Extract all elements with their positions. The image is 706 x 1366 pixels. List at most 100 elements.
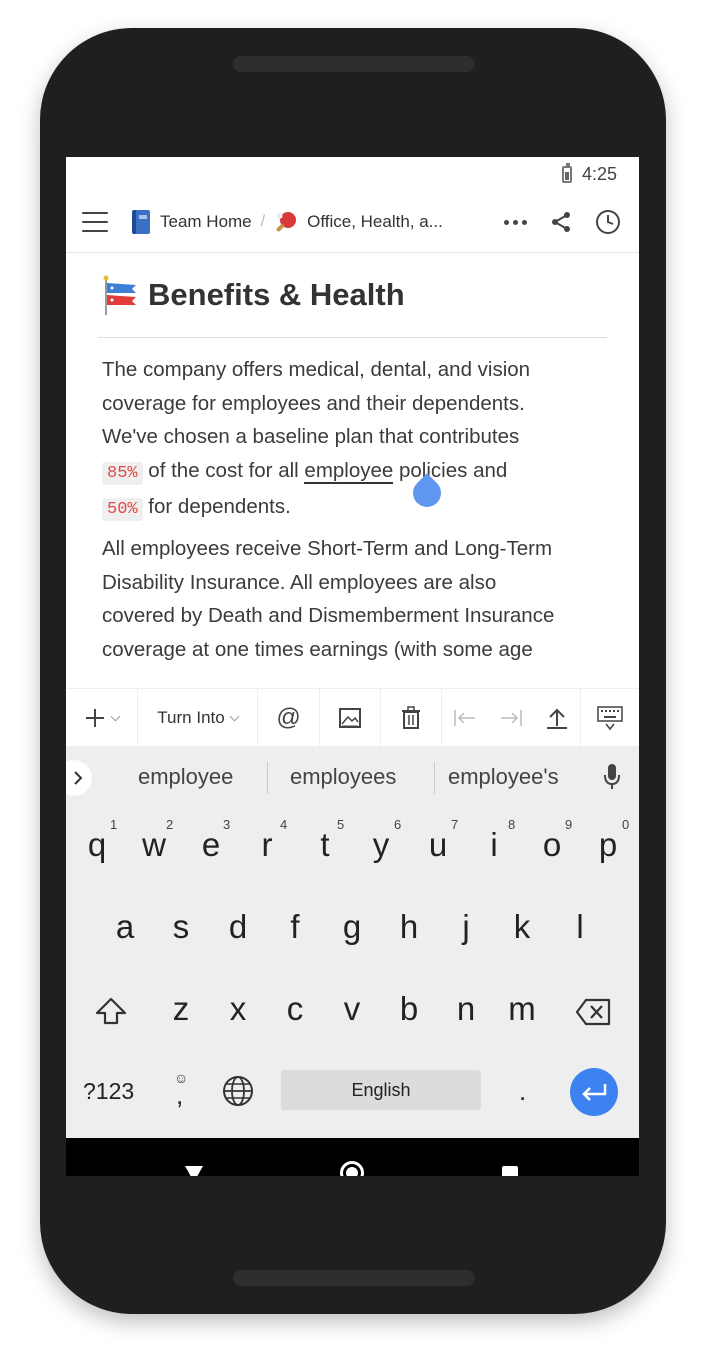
shift-icon[interactable] bbox=[94, 996, 128, 1026]
upload-arrow-icon bbox=[547, 708, 567, 729]
text-span: of the cost for all bbox=[142, 458, 305, 482]
battery-icon bbox=[561, 162, 572, 183]
text-line: 85% of the cost for all employee policie… bbox=[102, 454, 602, 491]
home-icon[interactable] bbox=[340, 1161, 364, 1176]
status-bar: 4:25 bbox=[66, 157, 639, 191]
menu-icon[interactable] bbox=[82, 211, 108, 232]
outdent-icon bbox=[454, 710, 475, 726]
insert-image-button[interactable] bbox=[320, 689, 381, 747]
system-navigation-bar bbox=[66, 1138, 639, 1176]
text-line: coverage for employees and their depende… bbox=[102, 391, 525, 415]
document-body: Benefits & Health The company offers med… bbox=[66, 253, 639, 688]
hide-keyboard-button[interactable] bbox=[580, 689, 639, 747]
key-d[interactable]: d bbox=[214, 908, 262, 946]
screen: 4:25 Team Home / Office, Health, a... Be… bbox=[66, 157, 639, 1176]
book-icon bbox=[132, 209, 150, 234]
key-hint: 7 bbox=[451, 817, 459, 832]
turn-into-label: Turn Into bbox=[157, 708, 225, 727]
breadcrumb: Team Home / Office, Health, a... bbox=[132, 209, 443, 234]
at-sign-icon: @ bbox=[276, 704, 301, 731]
history-clock-icon[interactable] bbox=[595, 209, 621, 235]
space-bar[interactable]: English bbox=[281, 1070, 481, 1110]
recents-icon[interactable] bbox=[502, 1166, 518, 1176]
text-line: coverage at one times earnings (with som… bbox=[102, 637, 533, 661]
formatting-toolbar: Turn Into @ bbox=[66, 688, 639, 747]
turn-into-button[interactable]: Turn Into bbox=[138, 689, 258, 747]
enter-key[interactable] bbox=[570, 1068, 618, 1116]
chevron-right-icon bbox=[74, 771, 83, 785]
key-hint: 5 bbox=[337, 817, 345, 832]
outdent-button[interactable] bbox=[442, 689, 488, 747]
status-time: 4:25 bbox=[581, 163, 617, 184]
indent-button[interactable] bbox=[488, 689, 534, 747]
period-key[interactable]: . bbox=[519, 1076, 526, 1107]
paragraph-medical[interactable]: The company offers medical, dental, and … bbox=[102, 353, 602, 527]
key-h[interactable]: h bbox=[385, 908, 433, 946]
key-b[interactable]: b bbox=[385, 990, 433, 1028]
bottom-speaker bbox=[233, 1270, 475, 1286]
mention-button[interactable]: @ bbox=[258, 689, 320, 747]
key-z[interactable]: z bbox=[157, 990, 205, 1028]
key-g[interactable]: g bbox=[328, 908, 376, 946]
carp-streamer-icon bbox=[103, 275, 136, 315]
plus-icon bbox=[86, 709, 104, 727]
key-l[interactable]: l bbox=[556, 908, 604, 946]
top-speaker bbox=[233, 56, 475, 72]
enter-arrow-icon bbox=[582, 1084, 607, 1101]
key-c[interactable]: c bbox=[271, 990, 319, 1028]
key-f[interactable]: f bbox=[271, 908, 319, 946]
phone-frame: 4:25 Team Home / Office, Health, a... Be… bbox=[40, 28, 666, 1314]
image-icon bbox=[339, 708, 361, 728]
key-hint: 3 bbox=[223, 817, 231, 832]
add-block-button[interactable] bbox=[66, 689, 138, 747]
delete-button[interactable] bbox=[381, 689, 442, 747]
paragraph-disability[interactable]: All employees receive Short-Term and Lon… bbox=[102, 532, 602, 666]
suggestion-item[interactable]: employee bbox=[138, 746, 233, 808]
chevron-down-icon bbox=[110, 711, 121, 721]
share-icon[interactable] bbox=[549, 210, 573, 234]
keyboard-hide-icon bbox=[597, 706, 623, 731]
key-k[interactable]: k bbox=[498, 908, 546, 946]
key-hint: 1 bbox=[110, 817, 118, 832]
key-hint: 4 bbox=[280, 817, 288, 832]
inline-code-85: 85% bbox=[102, 461, 143, 485]
key-n[interactable]: n bbox=[442, 990, 490, 1028]
microphone-icon[interactable] bbox=[603, 763, 621, 791]
key-a[interactable]: a bbox=[101, 908, 149, 946]
key-x[interactable]: x bbox=[214, 990, 262, 1028]
breadcrumb-office-health[interactable]: Office, Health, a... bbox=[307, 212, 443, 232]
key-hint: 6 bbox=[394, 817, 402, 832]
breadcrumb-team-home[interactable]: Team Home bbox=[160, 212, 252, 232]
text-span: policies and bbox=[393, 458, 508, 482]
suggestion-item[interactable]: employees bbox=[290, 746, 396, 808]
breadcrumb-separator: / bbox=[260, 212, 266, 230]
symbols-key[interactable]: ?123 bbox=[83, 1078, 134, 1105]
key-hint: 9 bbox=[565, 817, 573, 832]
text-line: 50% for dependents. bbox=[102, 490, 602, 527]
more-icon[interactable] bbox=[504, 219, 527, 225]
move-up-button[interactable] bbox=[534, 689, 580, 747]
key-m[interactable]: m bbox=[498, 990, 546, 1028]
chevron-down-icon bbox=[229, 711, 240, 721]
suggestion-expand-button[interactable] bbox=[66, 760, 92, 796]
text-line: Disability Insurance. All employees are … bbox=[102, 570, 497, 594]
globe-icon[interactable] bbox=[222, 1075, 254, 1107]
back-icon[interactable] bbox=[185, 1166, 203, 1176]
key-s[interactable]: s bbox=[157, 908, 205, 946]
key-v[interactable]: v bbox=[328, 990, 376, 1028]
comma-key[interactable]: , bbox=[176, 1080, 183, 1111]
key-hint: 8 bbox=[508, 817, 516, 832]
indent-icon bbox=[501, 710, 522, 726]
key-j[interactable]: j bbox=[442, 908, 490, 946]
suggestion-divider bbox=[267, 762, 268, 794]
text-line: The company offers medical, dental, and … bbox=[102, 358, 531, 381]
suggestion-item[interactable]: employee's bbox=[448, 746, 559, 808]
text-line: covered by Death and Dismemberment Insur… bbox=[102, 604, 555, 627]
page-title-row: Benefits & Health bbox=[102, 275, 405, 315]
backspace-icon[interactable] bbox=[575, 998, 611, 1026]
selected-word[interactable]: employee bbox=[304, 458, 394, 484]
text-line: We've chosen a baseline plan that contri… bbox=[102, 425, 520, 448]
title-divider bbox=[98, 337, 607, 338]
key-hint: 2 bbox=[166, 817, 174, 832]
text-span: for dependents. bbox=[142, 495, 291, 518]
